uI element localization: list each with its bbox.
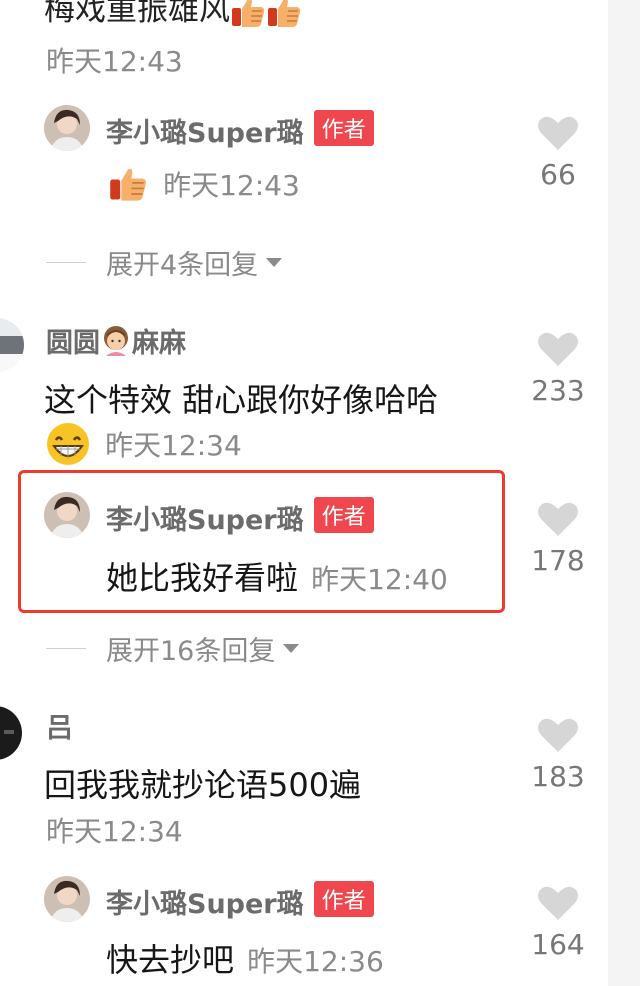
expand-label: 展开16条回复 xyxy=(106,636,276,667)
comment-time: 昨天12:43 xyxy=(46,45,183,78)
heart-icon[interactable] xyxy=(537,716,579,754)
comment-time: 昨天12:34 xyxy=(105,429,242,462)
thumbs-up-icon xyxy=(232,0,265,27)
avatar[interactable] xyxy=(44,876,90,922)
like-count: 178 xyxy=(531,544,585,577)
comment-meta: 昨天12:34 xyxy=(44,422,242,466)
comment-time: 昨天12:34 xyxy=(46,815,183,848)
heart-icon[interactable] xyxy=(537,330,579,368)
heart-icon[interactable] xyxy=(537,884,579,922)
comment-text: 回我我就抄论语500遍 xyxy=(44,766,362,804)
divider xyxy=(46,262,86,263)
reply-author[interactable]: 李小璐Super璐 作者 xyxy=(106,497,374,537)
divider xyxy=(46,648,86,649)
like-count: 183 xyxy=(531,760,585,793)
reply-time: 昨天12:36 xyxy=(247,945,384,978)
reply-author[interactable]: 李小璐Super璐 作者 xyxy=(106,110,374,150)
thumbs-up-icon xyxy=(110,168,146,201)
chevron-down-icon xyxy=(283,644,300,653)
reply-text: 快去抄吧 xyxy=(106,941,235,979)
like-count: 66 xyxy=(540,158,576,191)
expand-replies-button[interactable]: 展开16条回复 xyxy=(46,629,300,668)
avatar[interactable] xyxy=(44,492,90,538)
reply-time: 昨天12:40 xyxy=(311,563,448,596)
reply-author[interactable]: 李小璐Super璐 作者 xyxy=(106,881,374,921)
scrollbar-area xyxy=(608,0,640,986)
comment-text: 梅戏重振雄风 xyxy=(44,0,302,29)
author-badge: 作者 xyxy=(313,110,374,146)
comment-author[interactable]: 圆圆 麻麻 xyxy=(46,321,186,360)
expand-label: 展开4条回复 xyxy=(106,250,259,281)
comment-text: 这个特效 甜心跟你好像哈哈 xyxy=(44,381,439,419)
reply-text: 她比我好看啦 xyxy=(106,559,299,597)
avatar[interactable] xyxy=(44,105,90,151)
reply-content: 她比我好看啦 昨天12:40 xyxy=(106,553,448,599)
like-count: 233 xyxy=(531,374,585,407)
expand-replies-button[interactable]: 展开4条回复 xyxy=(46,243,283,282)
heart-icon[interactable] xyxy=(537,500,579,538)
chevron-down-icon xyxy=(266,258,283,267)
reply-content: 快去抄吧 昨天12:36 xyxy=(106,935,384,981)
comment-author[interactable]: 吕 xyxy=(46,706,73,745)
girl-face-icon xyxy=(104,326,128,356)
like-count: 164 xyxy=(531,928,585,961)
avatar[interactable] xyxy=(0,318,24,372)
reply-content: 昨天12:43 xyxy=(108,164,300,204)
heart-icon[interactable] xyxy=(537,114,579,152)
author-badge: 作者 xyxy=(313,497,374,533)
thumbs-up-icon xyxy=(268,0,301,27)
reply-time: 昨天12:43 xyxy=(163,169,300,202)
grin-icon xyxy=(47,423,89,465)
author-badge: 作者 xyxy=(313,881,374,917)
avatar[interactable] xyxy=(0,706,22,760)
